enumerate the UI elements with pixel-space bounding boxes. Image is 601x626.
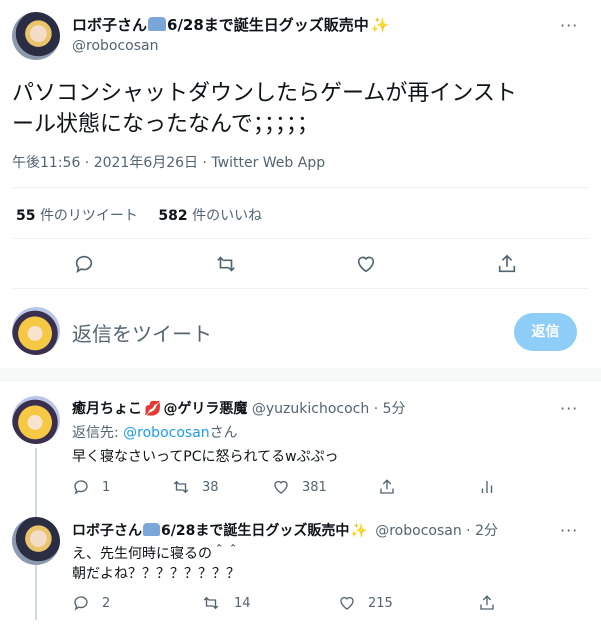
lips-emoji-icon: 💋 <box>144 401 162 417</box>
reply-time[interactable]: · 5分 <box>374 401 406 417</box>
divider <box>0 380 601 381</box>
reply-header: ロボ子さん 6/28まで誕生日グッズ販売中✨ @robocosan · 2分 <box>72 520 498 540</box>
replying-to: 返信先: @robocosanさん <box>72 422 238 442</box>
author-avatar[interactable] <box>12 12 60 60</box>
divider <box>12 238 589 239</box>
reply-author-name-text: ロボ子さん <box>72 523 142 539</box>
retweet-icon[interactable] <box>172 478 190 500</box>
reply-icon[interactable] <box>73 253 95 275</box>
divider <box>12 288 589 289</box>
reply-avatar[interactable] <box>12 517 60 565</box>
replying-to-suffix: さん <box>209 425 238 441</box>
retweet-icon[interactable] <box>202 594 220 616</box>
reply-icon[interactable] <box>72 478 90 500</box>
retweet-icon[interactable] <box>215 253 237 275</box>
reply-author-name-text: 癒月ちょこ <box>72 401 142 417</box>
robot-emoji-icon <box>148 17 167 31</box>
like-count: 381 <box>302 480 327 495</box>
retweets-stat[interactable]: 55 件のリツイート <box>16 208 138 224</box>
reply-author-name[interactable]: ロボ子さん 6/28まで誕生日グッズ販売中✨ <box>72 523 371 539</box>
reply-text-line-1: え、先生何時に寝るの＾＾ <box>72 546 240 562</box>
tweet-stats: 55 件のリツイート 582 件のいいね <box>16 205 262 225</box>
reply-count: 1 <box>102 480 111 495</box>
reply-text: え、先生何時に寝るの＾＾ 朝だよね？？？？？？？？ <box>72 544 240 584</box>
more-options-icon[interactable]: ··· <box>560 399 578 418</box>
reply-count: 2 <box>102 596 111 611</box>
reply-author-handle[interactable]: @yuzukichococh <box>252 401 369 417</box>
reply-icon[interactable] <box>72 594 90 616</box>
likes-label: 件のいいね <box>192 208 263 224</box>
likes-count: 582 <box>158 208 188 224</box>
tweet-timestamp[interactable]: 午後11:56 · 2021年6月26日 · Twitter Web App <box>12 152 325 172</box>
like-icon[interactable] <box>338 594 356 616</box>
reply-text: 早く寝なさいってPCに怒られてるwぷぷっ <box>72 449 339 465</box>
reply-time[interactable]: · 2分 <box>466 523 498 539</box>
reply-author-handle[interactable]: @robocosan <box>375 523 461 539</box>
tweet-text-line-1: パソコンシャットダウンしたらゲームが再インスト <box>12 81 517 106</box>
current-user-avatar[interactable] <box>12 307 60 355</box>
reply-input[interactable]: 返信をツイート <box>72 318 212 347</box>
section-separator <box>0 368 601 380</box>
share-icon[interactable] <box>378 478 396 500</box>
retweets-label: 件のリツイート <box>39 208 138 224</box>
sparkles-icon: ✨ <box>370 16 390 34</box>
reply-author-name[interactable]: 癒月ちょこ 💋 @ゲリラ悪魔 <box>72 401 247 417</box>
like-icon[interactable] <box>272 478 290 500</box>
robot-emoji-icon <box>143 523 160 536</box>
more-options-icon[interactable]: ··· <box>560 521 578 540</box>
retweets-count: 55 <box>16 208 36 224</box>
author-name-text: ロボ子さん <box>72 16 148 34</box>
share-icon[interactable] <box>478 594 496 616</box>
author-name[interactable]: ロボ子さん 6/28まで誕生日グッズ販売中 ✨ <box>72 14 390 35</box>
reply-avatar[interactable] <box>12 396 60 444</box>
like-icon[interactable] <box>355 253 377 275</box>
sparkles-icon: ✨ <box>350 523 368 539</box>
tweet-text: パソコンシャットダウンしたらゲームが再インスト ール状態になったなんで；；；；； <box>12 78 517 140</box>
reply-author-name-suffix: 6/28まで誕生日グッズ販売中 <box>161 523 350 539</box>
reply-button[interactable]: 返信 <box>514 313 577 351</box>
author-handle[interactable]: @robocosan <box>72 38 158 54</box>
share-icon[interactable] <box>496 253 518 275</box>
likes-stat[interactable]: 582 件のいいね <box>158 208 262 224</box>
tweet-text-line-2: ール状態になったなんで；；；；； <box>12 112 319 137</box>
reply-author-name-suffix: @ゲリラ悪魔 <box>163 401 248 417</box>
author-name-suffix: 6/28まで誕生日グッズ販売中 <box>167 16 369 34</box>
retweet-count: 38 <box>202 480 219 495</box>
retweet-count: 14 <box>234 596 251 611</box>
like-count: 215 <box>368 596 393 611</box>
more-options-icon[interactable]: ··· <box>560 16 578 35</box>
analytics-icon[interactable] <box>478 478 496 500</box>
reply-text-line-2: 朝だよね？？？？？？？？ <box>72 566 240 582</box>
replying-to-label: 返信先: <box>72 425 124 441</box>
replying-to-handle[interactable]: @robocosan <box>123 425 209 441</box>
divider <box>12 187 589 188</box>
reply-header: 癒月ちょこ 💋 @ゲリラ悪魔 @yuzukichococh · 5分 <box>72 398 406 418</box>
